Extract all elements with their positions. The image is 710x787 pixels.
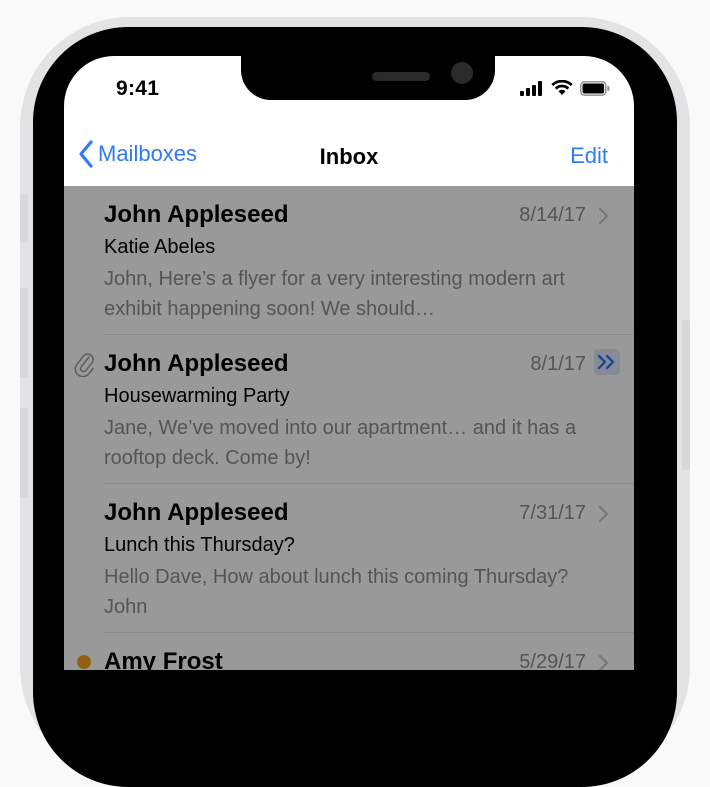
edit-button[interactable]: Edit <box>570 143 608 169</box>
dim-overlay <box>64 186 634 670</box>
wifi-icon <box>551 80 573 95</box>
front-camera <box>451 62 473 84</box>
page-title: Inbox <box>319 144 379 169</box>
speaker-grille <box>372 72 430 81</box>
side-button-mute <box>20 195 28 243</box>
status-icons <box>520 80 610 96</box>
status-time: 9:41 <box>116 77 160 100</box>
phone-screen: 9:41 Mailboxes Inbox Edit John Appleseed… <box>64 56 634 670</box>
navigation-bar: Mailboxes Inbox Edit <box>64 130 634 186</box>
side-button-volume-up <box>20 288 28 378</box>
battery-icon <box>580 80 610 96</box>
notch <box>241 56 495 100</box>
side-button-power <box>682 320 690 470</box>
cellular-signal-icon <box>520 80 542 96</box>
side-button-volume-down <box>20 408 28 498</box>
